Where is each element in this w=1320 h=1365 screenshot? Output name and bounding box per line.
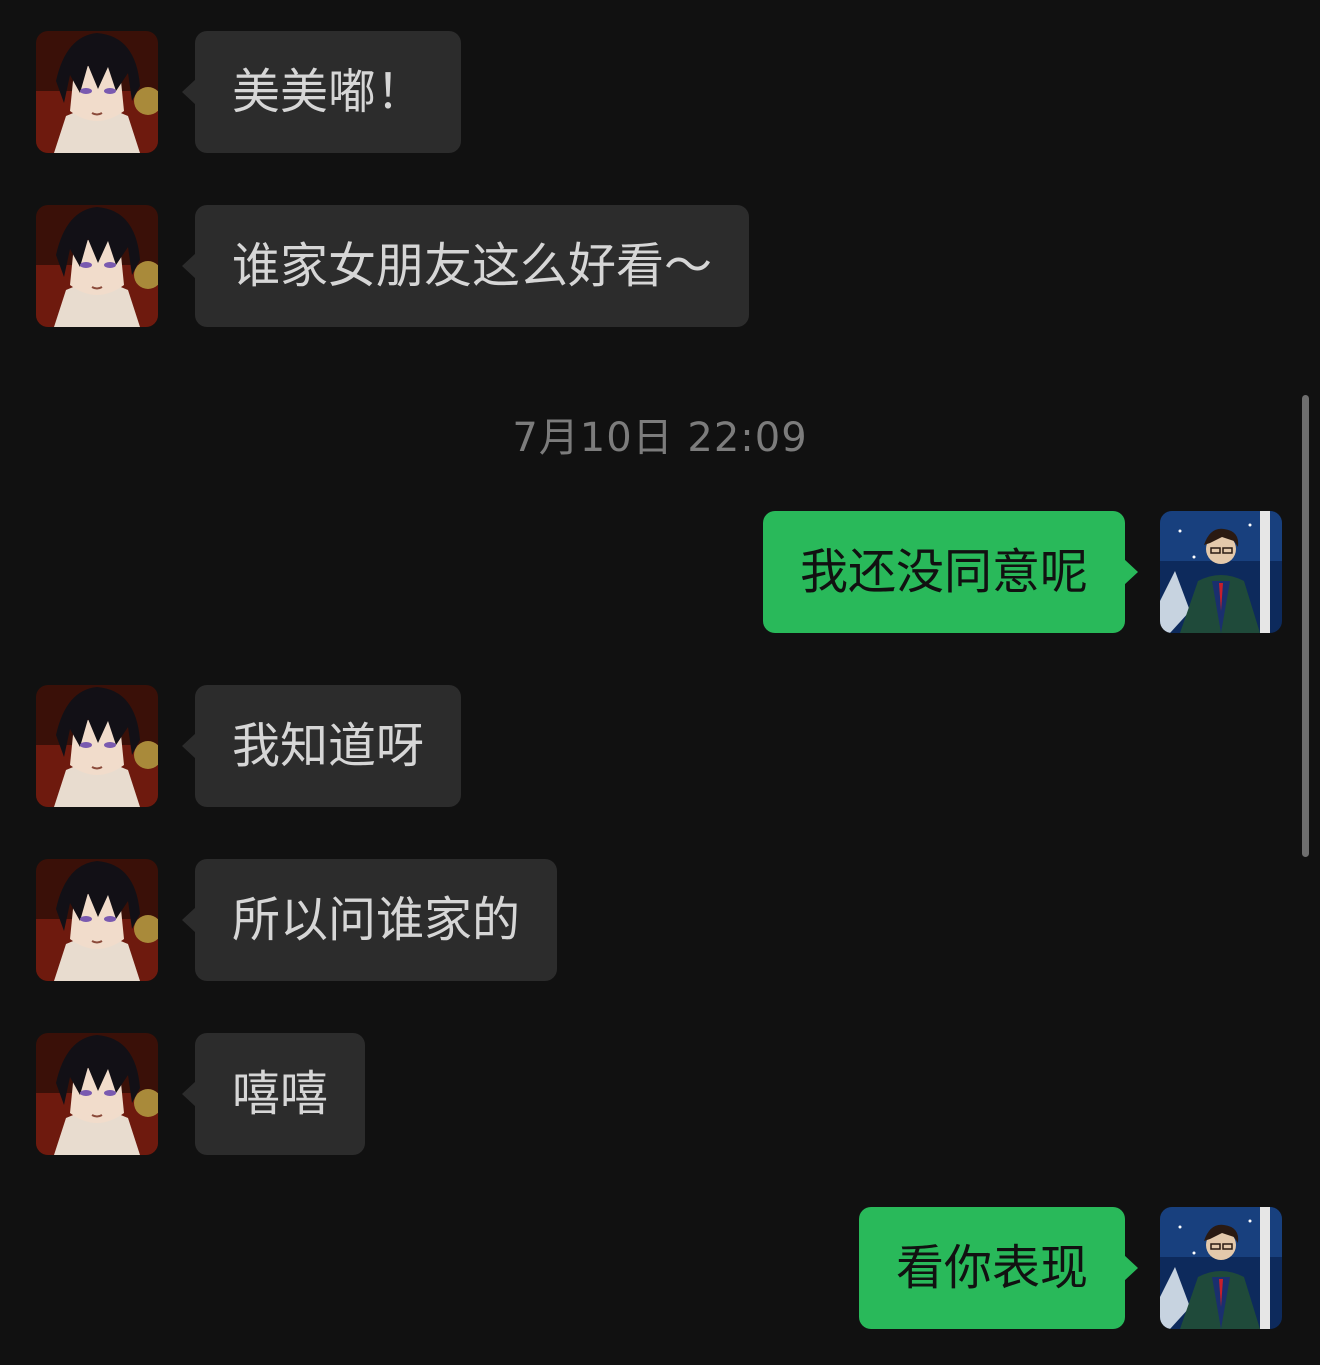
message-text: 看你表现 bbox=[895, 1240, 1088, 1296]
anime-boy-avatar-icon bbox=[36, 859, 158, 981]
contact-avatar[interactable] bbox=[36, 1033, 158, 1155]
incoming-message-bubble[interactable]: 谁家女朋友这么好看～ bbox=[181, 205, 750, 327]
incoming-message-bubble[interactable]: 所以问谁家的 bbox=[181, 859, 558, 981]
anime-boy-avatar-icon bbox=[36, 1033, 158, 1155]
message-text: 所以问谁家的 bbox=[232, 892, 521, 948]
outgoing-message-bubble[interactable]: 看你表现 bbox=[858, 1207, 1139, 1329]
message-text: 我还没同意呢 bbox=[799, 544, 1088, 600]
anime-man-in-snow-avatar-icon bbox=[1160, 511, 1282, 633]
incoming-message-bubble[interactable]: 美美嘟！ bbox=[181, 31, 462, 153]
contact-avatar[interactable] bbox=[36, 31, 158, 153]
contact-avatar[interactable] bbox=[36, 859, 158, 981]
contact-avatar[interactable] bbox=[36, 685, 158, 807]
anime-man-in-snow-avatar-icon bbox=[1160, 1207, 1282, 1329]
outgoing-message-bubble[interactable]: 我还没同意呢 bbox=[762, 511, 1139, 633]
incoming-message-bubble[interactable]: 我知道呀 bbox=[181, 685, 462, 807]
contact-avatar[interactable] bbox=[36, 205, 158, 327]
chat-timestamp: 7月10日 22:09 bbox=[512, 415, 808, 461]
message-text: 嘻嘻 bbox=[232, 1066, 329, 1122]
my-avatar[interactable] bbox=[1160, 1207, 1282, 1329]
anime-boy-avatar-icon bbox=[36, 31, 158, 153]
message-text: 我知道呀 bbox=[232, 718, 425, 774]
anime-boy-avatar-icon bbox=[36, 205, 158, 327]
incoming-message-bubble[interactable]: 嘻嘻 bbox=[181, 1033, 366, 1155]
chat-scrollbar[interactable] bbox=[1302, 395, 1309, 857]
message-text: 美美嘟！ bbox=[232, 64, 425, 120]
anime-boy-avatar-icon bbox=[36, 685, 158, 807]
my-avatar[interactable] bbox=[1160, 511, 1282, 633]
message-text: 谁家女朋友这么好看～ bbox=[232, 238, 713, 294]
